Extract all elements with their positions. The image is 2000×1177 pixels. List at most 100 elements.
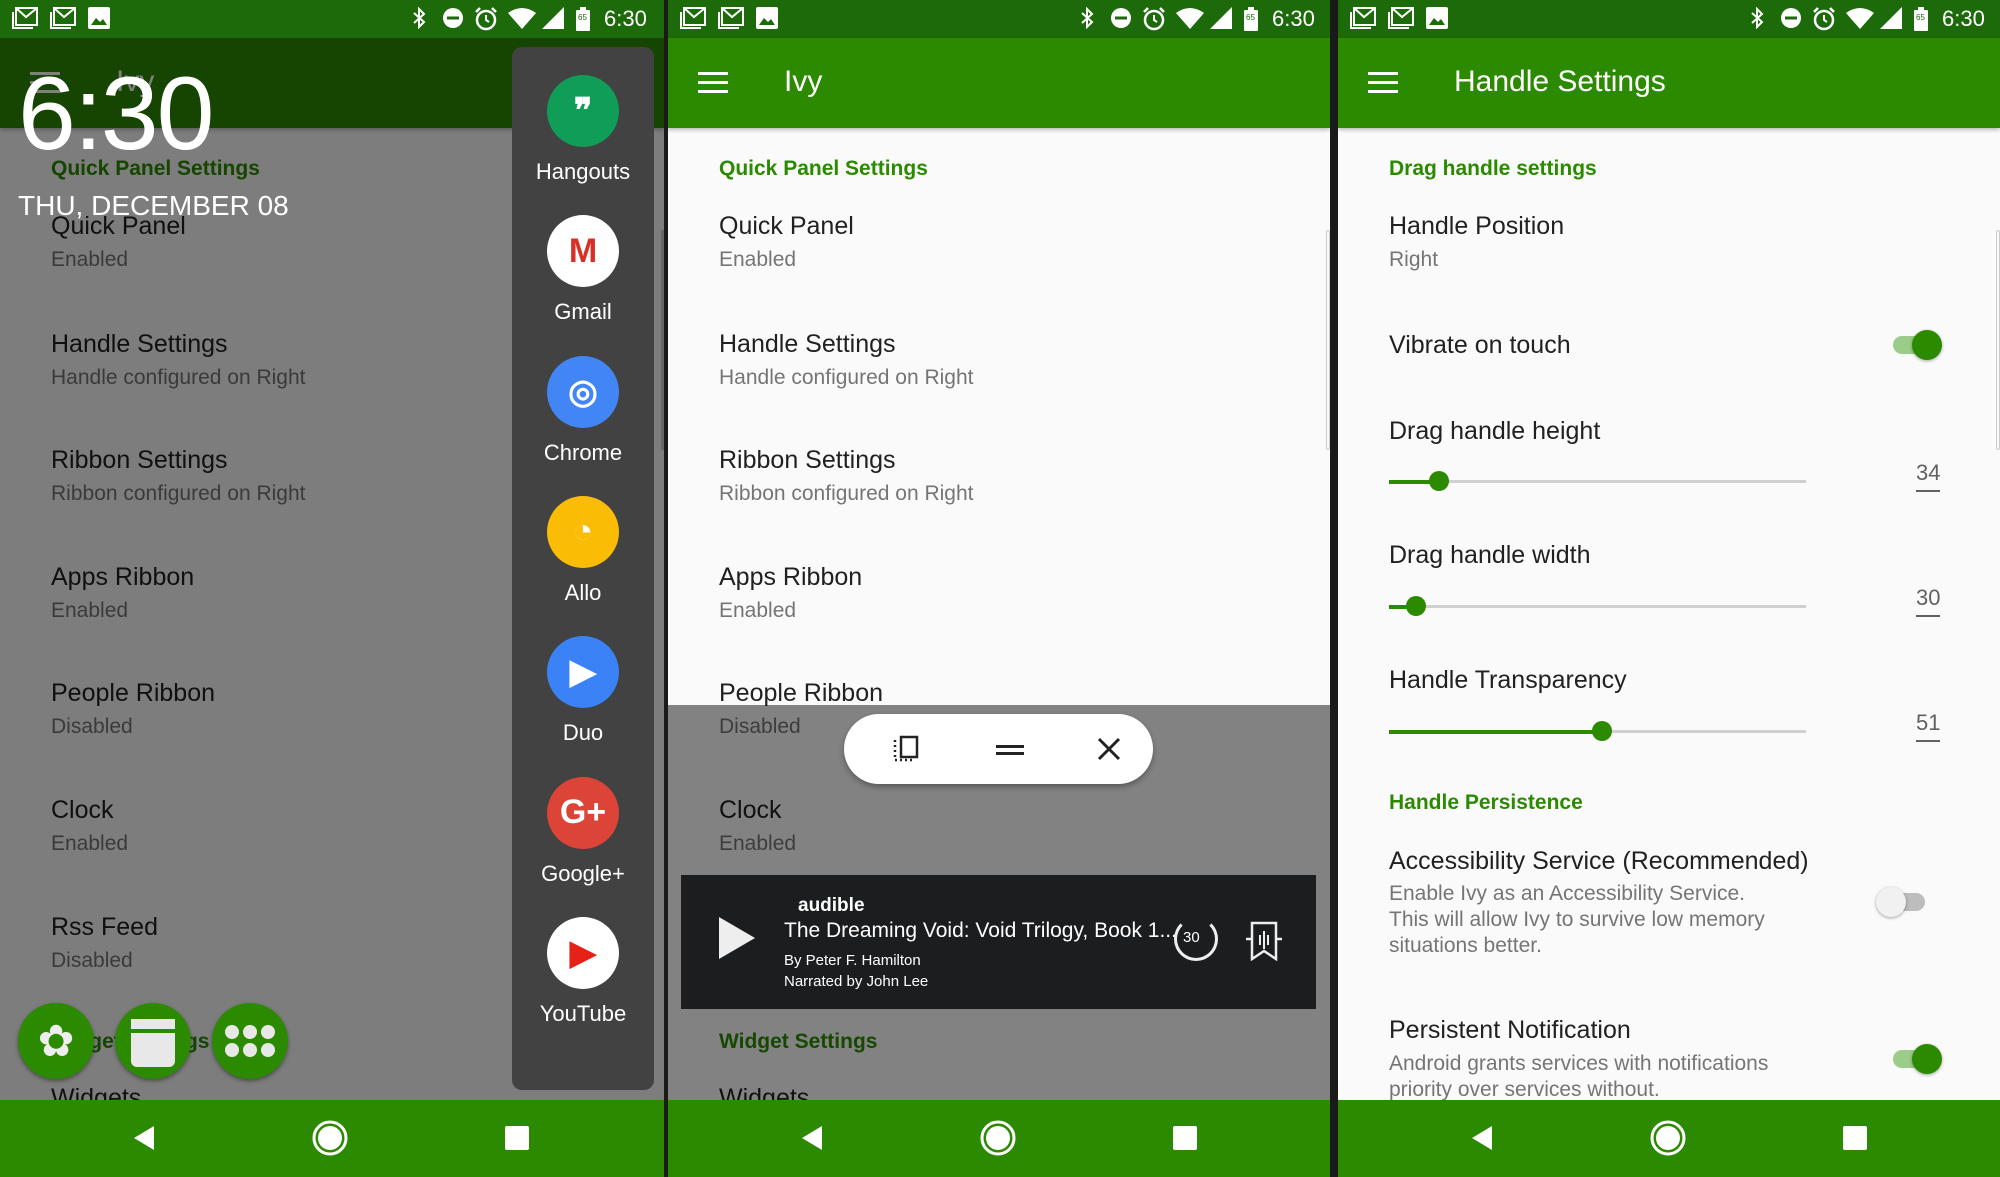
home-button[interactable]	[979, 1119, 1017, 1162]
item-title: Handle Settings	[719, 330, 896, 358]
bookmark-icon[interactable]	[1246, 921, 1282, 966]
app-bar: Handle Settings	[1338, 38, 2000, 128]
menu-icon[interactable]	[1368, 72, 1398, 99]
drag-handle-icon[interactable]	[996, 743, 1024, 761]
dock-app-allo[interactable]: ◔ Allo	[512, 495, 654, 636]
section-header-quick-panel-settings: Quick Panel Settings	[719, 157, 928, 180]
lockclock-time: 6:30	[18, 56, 214, 172]
signal-icon	[1210, 7, 1232, 34]
accessibility-description: Enable Ivy as an Accessibility Service.	[1389, 882, 1745, 905]
section-header-handle-persistence: Handle Persistence	[1389, 791, 1583, 814]
status-bar: 65 6:30	[668, 0, 1330, 38]
slider-thumb[interactable]	[1406, 596, 1427, 616]
list-item[interactable]: Quick Panel Enabled	[668, 208, 1268, 288]
recents-button[interactable]	[1842, 1125, 1868, 1156]
item-subtitle: Enabled	[719, 599, 797, 622]
dock-app-google[interactable]: G+ Google+	[512, 776, 654, 917]
wifi-icon	[508, 7, 536, 34]
gmail-icon: M	[547, 215, 619, 288]
back-button[interactable]	[1470, 1124, 1494, 1157]
gmail-icon	[680, 7, 706, 34]
bluetooth-icon	[1750, 6, 1764, 34]
menu-icon[interactable]	[698, 72, 728, 99]
slider-drag-handle-width[interactable]	[1389, 596, 1806, 616]
alarm-icon	[474, 7, 498, 36]
status-time: 6:30	[1942, 6, 1985, 31]
back-button[interactable]	[800, 1124, 824, 1157]
screen-rotate-icon[interactable]	[892, 734, 922, 769]
gmail-icon	[50, 7, 76, 34]
dock-app-chrome[interactable]: ◎ Chrome	[512, 355, 654, 496]
vibrate-toggle[interactable]	[1890, 330, 1942, 360]
recents-button[interactable]	[1172, 1125, 1198, 1156]
list-item[interactable]: Apps Ribbon Enabled	[668, 559, 1268, 639]
alarm-icon	[1812, 7, 1836, 36]
dock-app-youtube[interactable]: ▶ YouTube	[512, 916, 654, 1057]
screen-ivy-main: 65 6:30 Ivy Quick Panel Settings Quick Panel…	[668, 0, 1330, 1177]
dock-app-label: Chrome	[543, 439, 623, 465]
close-icon[interactable]	[1097, 737, 1121, 766]
dock-app-label: Allo	[564, 579, 602, 605]
do-not-disturb-icon	[1110, 7, 1132, 34]
dock-app-hangouts[interactable]: ❞ Hangouts	[512, 75, 654, 215]
audible-logo: audible	[798, 895, 865, 916]
dock-app-gmail[interactable]: M Gmail	[512, 215, 654, 355]
dock-app-label: Hangouts	[535, 159, 631, 184]
item-title: Apps Ribbon	[719, 563, 863, 591]
item-title: Ribbon Settings	[719, 446, 896, 474]
app-title: Handle Settings	[1454, 65, 1666, 98]
apps-grid-icon[interactable]	[212, 1003, 288, 1079]
section-header-drag-handle: Drag handle settings	[1389, 157, 1597, 180]
wifi-icon	[1176, 7, 1204, 34]
persistent-notification-toggle[interactable]	[1890, 1044, 1942, 1074]
scrollbar[interactable]	[1326, 230, 1330, 450]
status-time: 6:30	[604, 6, 647, 31]
back-button[interactable]	[132, 1124, 156, 1157]
allo-icon: ◔	[547, 495, 619, 568]
play-icon[interactable]	[719, 917, 755, 964]
home-button[interactable]	[1649, 1119, 1687, 1162]
screen-quick-panel-open: IvyQuick Panel SettingsQuick PanelEnable…	[0, 0, 664, 1177]
slider-thumb[interactable]	[1429, 471, 1450, 491]
slider-value[interactable]: 30	[1916, 585, 1941, 617]
slider-drag-handle-height[interactable]	[1389, 471, 1806, 491]
audible-notification[interactable]: audible The Dreaming Void: Void Trilogy, …	[681, 875, 1316, 1009]
navigation-bar	[0, 1100, 664, 1177]
bluetooth-icon	[1080, 6, 1094, 34]
do-not-disturb-icon	[1780, 7, 1802, 34]
do-not-disturb-icon	[442, 7, 464, 34]
slider-value[interactable]: 51	[1916, 710, 1941, 742]
handle-position-setting[interactable]: Handle Position Right	[1338, 208, 2000, 288]
app-title: Ivy	[784, 65, 823, 98]
list-item[interactable]: Ribbon Settings Ribbon configured on Righ…	[668, 442, 1268, 522]
status-bar: 65 6:30	[1338, 0, 2000, 38]
recents-button[interactable]	[504, 1125, 530, 1156]
accessibility-toggle[interactable]	[1876, 887, 1928, 917]
image-icon	[1426, 7, 1448, 34]
replay-label: 30	[1183, 929, 1200, 946]
slider-thumb[interactable]	[1591, 721, 1612, 741]
navigation-bar	[668, 1100, 1330, 1177]
image-icon	[88, 7, 110, 34]
quick-panel-dock: ❞ Hangouts M Gmail ◎ Chrome ◔ Allo ▶ Duo G+ Google+…	[512, 47, 654, 1090]
home-button[interactable]	[311, 1119, 349, 1162]
wifi-icon	[1846, 7, 1874, 34]
accessibility-title: Accessibility Service (Recommended)	[1389, 847, 1809, 875]
window-icon[interactable]	[115, 1003, 191, 1079]
slider-handle-transparency[interactable]	[1389, 721, 1806, 741]
slider-fill	[1389, 729, 1602, 734]
youtube-icon: ▶	[547, 916, 619, 989]
notification-title: The Dreaming Void: Void Trilogy, Book 1.…	[784, 919, 1177, 942]
notification-narrator: Narrated by John Lee	[784, 973, 929, 990]
replay-30-button[interactable]: 30	[1174, 917, 1218, 961]
status-bar: 65 6:30	[0, 0, 664, 38]
ivy-leaf-icon[interactable]: ✿	[18, 1003, 94, 1079]
dock-app-label: Duo	[562, 720, 604, 746]
dock-app-label: YouTube	[539, 1000, 627, 1026]
slider-value[interactable]: 34	[1916, 460, 1941, 492]
dock-app-duo[interactable]: ▶ Duo	[512, 636, 654, 776]
item-subtitle: Enabled	[719, 248, 797, 271]
list-item[interactable]: Handle Settings Handle configured on Righ…	[668, 326, 1268, 406]
signal-icon	[542, 7, 564, 34]
toggle-thumb	[1912, 1044, 1942, 1074]
